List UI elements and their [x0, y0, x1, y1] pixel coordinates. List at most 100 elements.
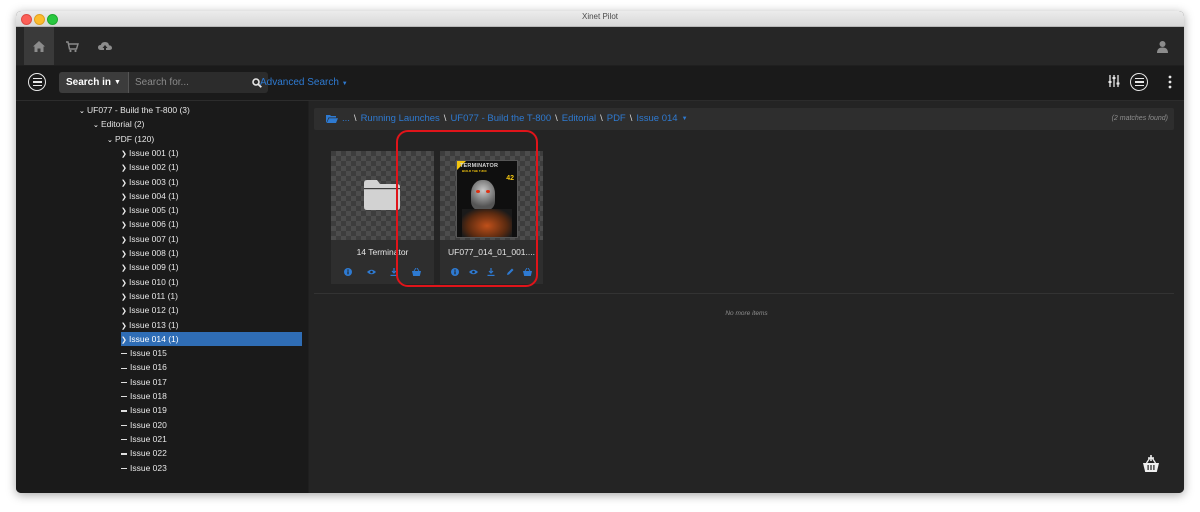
tree-item[interactable]: ⌄ PDF (120) — [107, 132, 154, 146]
user-icon — [1156, 40, 1168, 53]
annotation-highlight — [396, 130, 538, 287]
breadcrumb-item[interactable]: Issue 014 — [636, 113, 677, 124]
dash-icon[interactable] — [121, 467, 127, 469]
info-button[interactable] — [342, 267, 354, 277]
tree-item[interactable]: ⌄ UF077 - Build the T-800 (3) — [79, 103, 190, 117]
tree-item-label: Issue 007 (1) — [129, 233, 179, 244]
top-nav — [16, 27, 1184, 65]
dash-icon[interactable] — [121, 353, 127, 355]
cart-icon — [66, 40, 79, 52]
advanced-search-label: Advanced Search — [260, 77, 339, 88]
search-bar: Search in ▼ Advanced Search ▼ — [16, 66, 1184, 101]
tree-item[interactable]: ❯ Issue 007 (1) — [121, 232, 179, 246]
breadcrumb-item[interactable]: PDF — [607, 113, 626, 124]
tree-item-label: Editorial (2) — [101, 119, 145, 130]
tree-item[interactable]: Issue 021 — [121, 432, 167, 446]
tree-item-label: Issue 001 (1) — [129, 147, 179, 158]
tree-item[interactable]: Issue 023 — [121, 461, 167, 475]
tree-item[interactable]: Issue 015 — [121, 346, 167, 360]
breadcrumb-separator: \ — [555, 113, 558, 124]
tree-item[interactable]: Issue 022 — [121, 446, 167, 460]
search-input[interactable] — [128, 72, 246, 93]
tree-item[interactable]: Issue 019 — [121, 403, 167, 417]
breadcrumb-item[interactable]: ... — [342, 113, 350, 124]
breadcrumb-separator: \ — [629, 113, 633, 124]
home-button[interactable] — [24, 27, 54, 65]
chevron-down-icon[interactable]: ⌄ — [107, 134, 114, 148]
tree-item[interactable]: ❯ Issue 002 (1) — [121, 160, 179, 174]
tree-item[interactable]: ❯ Issue 006 (1) — [121, 217, 179, 231]
dash-icon[interactable] — [121, 424, 127, 426]
tree-item-label: Issue 013 (1) — [129, 319, 179, 330]
tree-item-label: Issue 012 (1) — [129, 305, 179, 316]
tree-item[interactable]: Issue 018 — [121, 389, 167, 403]
user-button[interactable] — [1147, 27, 1177, 65]
menu-icon — [32, 77, 42, 80]
basket-add-icon — [1143, 455, 1159, 472]
app-window: Xinet Pilot Search in ▼ Search for... Ad… — [16, 11, 1184, 493]
tree-item[interactable]: ❯ Issue 008 (1) — [121, 246, 179, 260]
tree-item-label: Issue 018 — [130, 391, 167, 401]
main-menu-button[interactable] — [28, 73, 46, 91]
tree-item-label: Issue 020 — [130, 419, 167, 430]
tree-item[interactable]: Issue 020 — [121, 418, 167, 432]
dash-icon[interactable] — [121, 381, 127, 384]
tree-item[interactable]: ❯ Issue 010 (1) — [121, 275, 179, 289]
view-menu-button[interactable] — [1130, 73, 1148, 91]
dash-icon[interactable] — [121, 367, 127, 369]
tree-item[interactable]: ⌄ Editorial (2) — [93, 117, 144, 131]
breadcrumb-separator: \ — [353, 113, 357, 124]
tree-item-label: Issue 002 (1) — [129, 162, 179, 173]
dash-icon[interactable] — [121, 396, 127, 398]
tree-item-label: Issue 011 (1) — [129, 290, 178, 301]
advanced-search-link[interactable]: Advanced Search ▼ — [260, 77, 348, 88]
tree-item[interactable]: ❯ Issue 011 (1) — [121, 289, 178, 303]
tree-item-label: Issue 019 — [130, 405, 167, 416]
upload-button[interactable] — [90, 27, 120, 65]
results-divider — [314, 293, 1174, 294]
tree-item[interactable]: ❯ Issue 013 (1) — [121, 318, 179, 332]
tree-item-label: Issue 010 (1) — [129, 276, 179, 287]
breadcrumb: ... \ Running Launches \ UF077 - Build the T… — [314, 108, 1174, 130]
cart-button[interactable] — [57, 27, 87, 65]
tree-item-label: Issue 022 — [130, 448, 167, 459]
tree-item-label: Issue 017 — [130, 376, 167, 387]
dash-icon[interactable] — [121, 439, 127, 441]
tree-item-label: Issue 008 (1) — [129, 248, 179, 258]
tree-item-selected[interactable]: ❯ Issue 014 (1) — [121, 331, 302, 346]
more-options-button[interactable] — [1168, 75, 1172, 94]
chevron-down-icon[interactable]: ⌄ — [93, 119, 100, 133]
search-scope-dropdown[interactable]: Search in ▼ — [59, 72, 129, 93]
window-title: Xinet Pilot — [581, 12, 619, 21]
basket-button[interactable] — [1142, 455, 1160, 478]
dash-icon[interactable] — [121, 453, 127, 455]
tree-item[interactable]: ❯ Issue 012 (1) — [121, 303, 179, 317]
dash-icon[interactable] — [121, 410, 127, 412]
caret-down-icon[interactable]: ▼ — [682, 116, 688, 122]
title-bar: Xinet Pilot — [16, 11, 1184, 27]
tree-item-label: Issue 021 — [130, 433, 167, 444]
tree-item[interactable]: ❯ Issue 001 (1) — [121, 146, 179, 160]
tree-item[interactable]: ❯ Issue 003 (1) — [121, 175, 179, 189]
folder-open-icon[interactable] — [326, 114, 338, 123]
chevron-down-icon[interactable]: ⌄ — [79, 105, 86, 119]
tree-item[interactable]: ❯ Issue 005 (1) — [121, 203, 179, 217]
tree-item-label: Issue 023 — [130, 462, 167, 473]
breadcrumb-items: ... \ Running Launches \ UF077 - Build the T… — [326, 113, 688, 124]
breadcrumb-item[interactable]: Running Launches — [361, 113, 440, 124]
sliders-icon — [1108, 75, 1120, 87]
search-scope-label: Search in — [66, 77, 112, 88]
tree-item-label: Issue 003 (1) — [129, 176, 179, 187]
tree-item-label: Issue 005 (1) — [129, 205, 179, 216]
preview-button[interactable] — [365, 267, 377, 277]
tree-item-label: Issue 004 (1) — [129, 190, 179, 201]
filter-settings-button[interactable] — [1107, 74, 1121, 93]
info-icon — [344, 268, 353, 276]
breadcrumb-item[interactable]: UF077 - Build the T-800 — [450, 113, 551, 124]
tree-item[interactable]: Issue 017 — [121, 375, 167, 389]
tree-item[interactable]: ❯ Issue 004 (1) — [121, 189, 179, 203]
tree-item[interactable]: ❯ Issue 009 (1) — [121, 260, 179, 274]
folder-icon — [364, 180, 400, 210]
breadcrumb-item[interactable]: Editorial — [562, 113, 596, 124]
tree-item[interactable]: Issue 016 — [121, 360, 167, 374]
